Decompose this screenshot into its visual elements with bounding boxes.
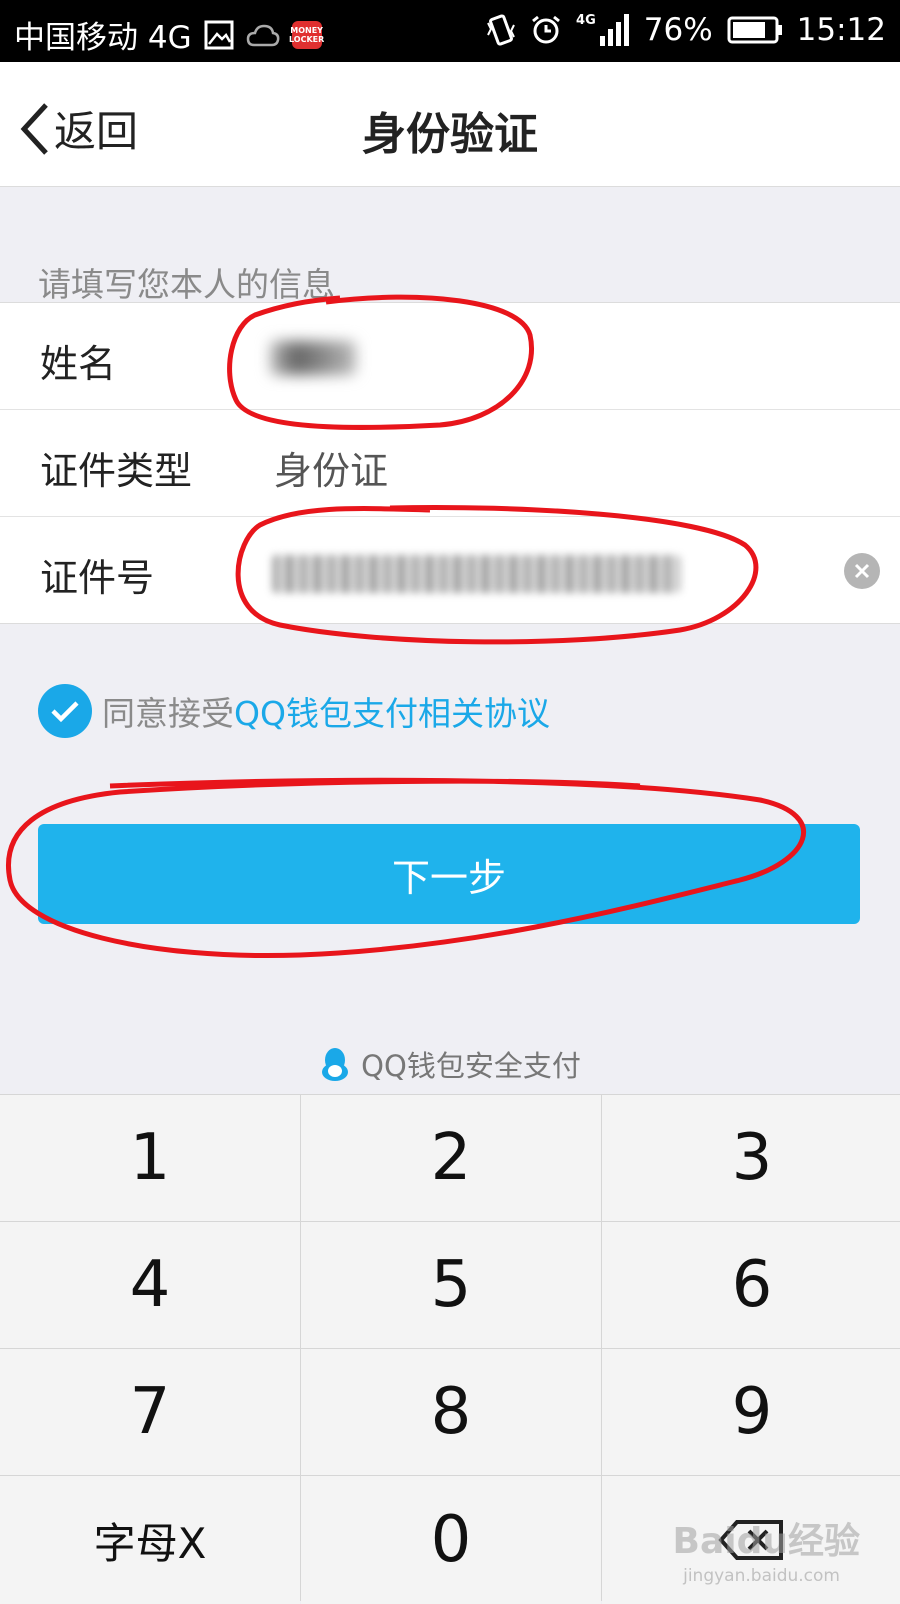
identity-form: 姓名 证件类型 身份证 证件号: [0, 302, 900, 624]
status-right: 4G 76% 15:12: [486, 12, 886, 48]
key-7[interactable]: 7: [0, 1349, 300, 1475]
id-type-value[interactable]: 身份证: [274, 440, 388, 495]
carrier-label: 中国移动 4G: [14, 20, 192, 56]
checkmark-icon: [51, 701, 79, 723]
name-field-blurred[interactable]: [270, 341, 356, 375]
keyboard-header: QQ钱包安全支付: [0, 1034, 900, 1094]
baidu-watermark-url: jingyan.baidu.com: [683, 1566, 840, 1586]
name-label: 姓名: [40, 342, 117, 386]
agreement-checkbox[interactable]: [38, 684, 92, 738]
agreement-row: 同意接受 QQ钱包支付相关协议: [38, 684, 550, 738]
key-0[interactable]: 0: [301, 1476, 601, 1604]
baidu-watermark: Baidu经验: [672, 1521, 860, 1562]
status-bar: 中国移动 4G MONEY LOCKER 4G 76% 15:12: [0, 0, 900, 62]
weather-cloud-icon: [246, 21, 280, 49]
id-number-label: 证件号: [40, 556, 155, 600]
key-9[interactable]: 9: [602, 1349, 900, 1475]
gallery-icon: [204, 20, 234, 50]
clock-time: 15:12: [796, 12, 886, 48]
battery-percent: 76%: [643, 12, 713, 48]
agreement-link[interactable]: QQ钱包支付相关协议: [234, 687, 550, 735]
key-8[interactable]: 8: [301, 1349, 601, 1475]
key-2[interactable]: 2: [301, 1095, 601, 1221]
money-locker-app-icon: MONEY LOCKER: [289, 20, 324, 49]
network-type-label: 4G: [576, 12, 596, 28]
key-6[interactable]: 6: [602, 1222, 900, 1348]
key-1[interactable]: 1: [0, 1095, 300, 1221]
name-row[interactable]: 姓名: [0, 303, 900, 409]
id-number-field-blurred[interactable]: [272, 555, 680, 593]
signal-icon: [599, 14, 630, 46]
key-letter-x[interactable]: 字母X: [0, 1476, 300, 1604]
close-icon: [854, 563, 870, 579]
alarm-clock-icon: [530, 14, 562, 46]
id-number-row[interactable]: 证件号: [0, 516, 900, 623]
key-3[interactable]: 3: [602, 1095, 900, 1221]
keyboard-header-label: QQ钱包安全支付: [361, 1049, 581, 1083]
navigation-bar: 返回 身份验证: [0, 62, 900, 187]
id-type-label: 证件类型: [40, 449, 193, 493]
form-caption: 请填写您本人的信息: [38, 265, 335, 304]
key-4[interactable]: 4: [0, 1222, 300, 1348]
id-type-row[interactable]: 证件类型 身份证: [0, 409, 900, 516]
next-step-button[interactable]: 下一步: [38, 824, 860, 924]
vibrate-icon: [486, 13, 516, 47]
agreement-prefix: 同意接受: [102, 694, 234, 733]
battery-icon: [727, 16, 783, 44]
key-5[interactable]: 5: [301, 1222, 601, 1348]
page-title: 身份验证: [362, 109, 538, 160]
status-left: 中国移动 4G MONEY LOCKER: [14, 12, 324, 57]
qq-penguin-icon: [319, 1046, 351, 1082]
clear-input-button[interactable]: [844, 553, 880, 589]
